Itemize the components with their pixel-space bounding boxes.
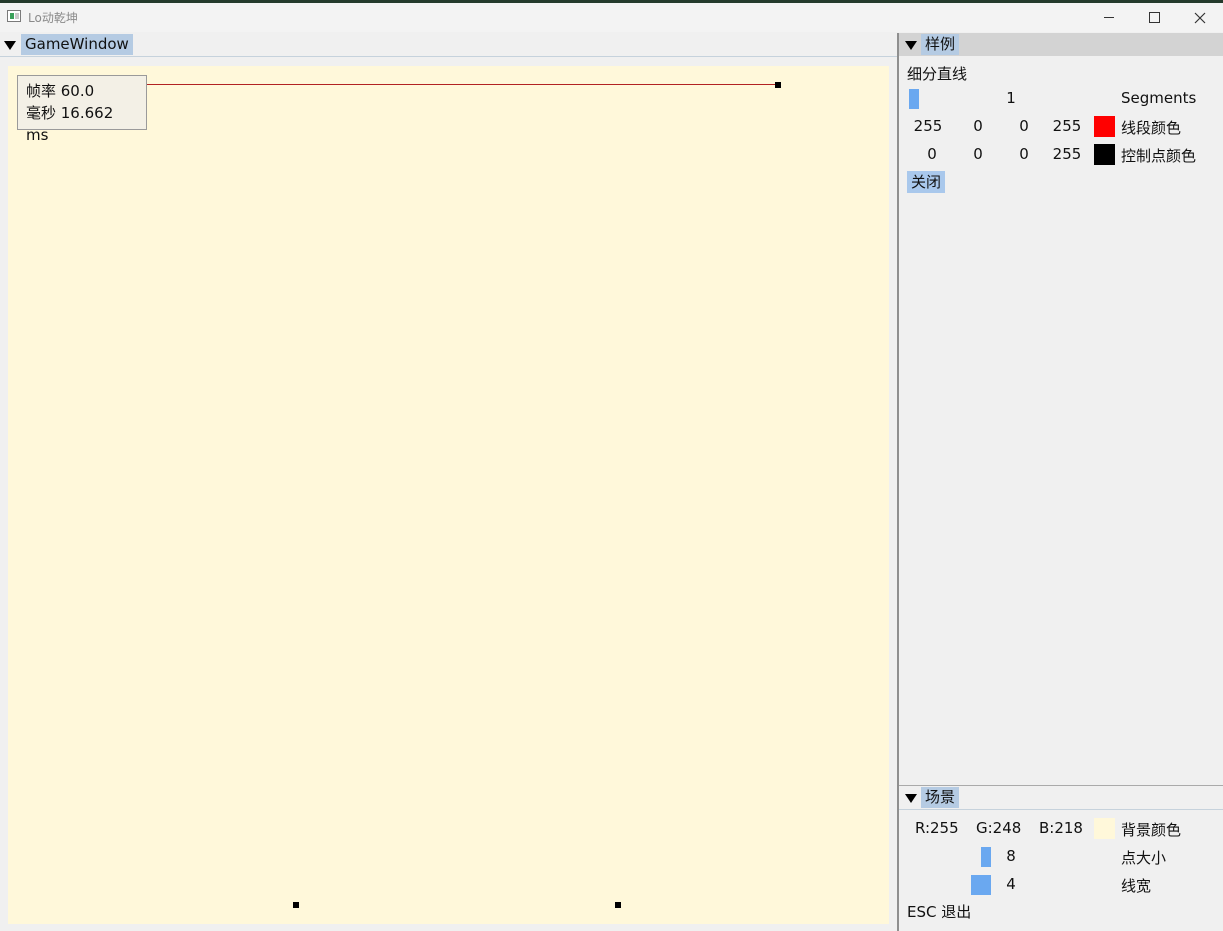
line-width-value[interactable]: 4: [1001, 875, 1021, 893]
background-color-b[interactable]: B:218: [1039, 819, 1083, 837]
segments-value[interactable]: 1: [1000, 89, 1022, 107]
segment-color-g[interactable]: 0: [968, 117, 988, 135]
control-point-bottom-right[interactable]: [615, 902, 621, 908]
background-color-label: 背景颜色: [1121, 821, 1182, 839]
segment-color-a[interactable]: 255: [1049, 117, 1085, 135]
control-point-color-b[interactable]: 0: [1014, 145, 1034, 163]
section-title: 细分直线: [907, 65, 968, 83]
background-color-g[interactable]: G:248: [976, 819, 1021, 837]
maximize-icon: [1148, 12, 1160, 23]
frame-ms-text: 毫秒 16.662 ms: [26, 104, 114, 144]
control-point-color-label: 控制点颜色: [1121, 147, 1197, 165]
window-title: Lo动乾坤: [28, 11, 78, 25]
sample-panel-tab[interactable]: 样例: [921, 34, 960, 55]
point-size-slider-grab[interactable]: [981, 847, 991, 867]
collapse-triangle-icon[interactable]: [4, 41, 16, 50]
segment-color-swatch[interactable]: [1094, 116, 1115, 137]
background-color-swatch[interactable]: [1094, 818, 1115, 839]
scene-panel-tab[interactable]: 场景: [921, 787, 960, 808]
control-point-color-swatch[interactable]: [1094, 144, 1115, 165]
control-point-end[interactable]: [775, 82, 781, 88]
control-point-bottom-left[interactable]: [293, 902, 299, 908]
collapse-triangle-icon[interactable]: [905, 41, 917, 50]
exit-hint: ESC 退出: [907, 903, 972, 921]
segments-label: Segments: [1121, 89, 1197, 107]
segments-slider-grab[interactable]: [909, 89, 919, 109]
close-icon: [1194, 12, 1206, 23]
line-width-label: 线宽: [1121, 877, 1152, 895]
control-point-color-g[interactable]: 0: [968, 145, 988, 163]
segment-color-b[interactable]: 0: [1014, 117, 1034, 135]
minimize-icon: [1104, 17, 1114, 18]
maximize-button[interactable]: [1131, 3, 1177, 32]
game-canvas[interactable]: 帧率 60.0 毫秒 16.662 ms: [8, 66, 889, 924]
fps-text: 帧率 60.0: [26, 82, 95, 100]
title-bar[interactable]: Lo动乾坤: [0, 3, 1223, 32]
point-size-label: 点大小: [1121, 849, 1167, 867]
game-window-header[interactable]: GameWindow: [0, 33, 897, 57]
fps-overlay: 帧率 60.0 毫秒 16.662 ms: [17, 75, 147, 144]
scene-panel-header[interactable]: 场景: [899, 785, 1223, 810]
control-point-color-r[interactable]: 0: [922, 145, 942, 163]
close-button[interactable]: 关闭: [907, 171, 946, 193]
point-size-value[interactable]: 8: [1001, 847, 1021, 865]
line-width-slider-grab[interactable]: [971, 875, 991, 895]
app-icon: [7, 10, 21, 22]
segment-color-r[interactable]: 255: [909, 117, 947, 135]
segment-line: [136, 84, 779, 85]
close-window-button[interactable]: [1177, 3, 1223, 32]
background-color-r[interactable]: R:255: [915, 819, 959, 837]
segment-color-label: 线段颜色: [1121, 119, 1182, 137]
collapse-triangle-icon[interactable]: [905, 794, 917, 803]
minimize-button[interactable]: [1086, 3, 1132, 32]
sample-panel-header[interactable]: 样例: [899, 33, 1223, 56]
game-window-tab[interactable]: GameWindow: [21, 34, 133, 55]
control-point-color-a[interactable]: 255: [1049, 145, 1085, 163]
